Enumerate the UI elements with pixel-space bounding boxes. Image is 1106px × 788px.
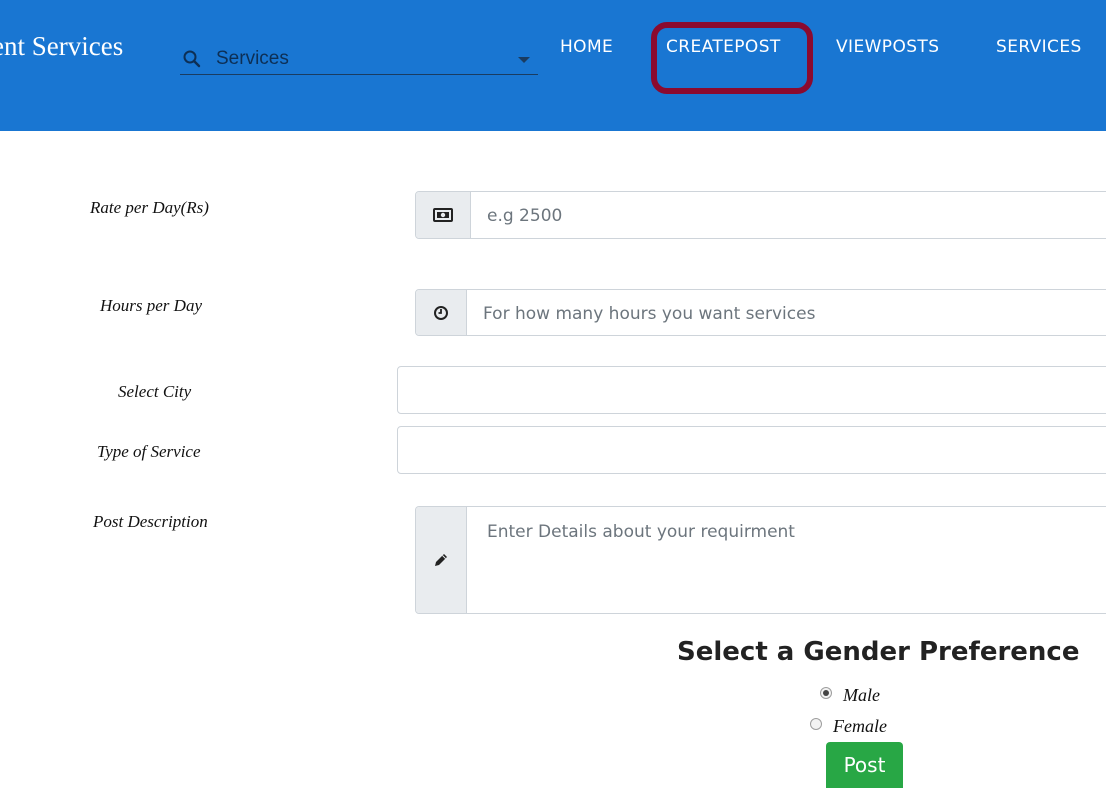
brand-text: ent Services [0,31,124,61]
description-textarea[interactable]: Enter Details about your requirment [415,506,1106,614]
service-type-select[interactable] [397,426,1106,474]
city-label: Select City [118,382,192,401]
hours-input[interactable]: For how many hours you want services [415,289,1106,336]
rate-placeholder: e.g 2500 [487,206,563,226]
hours-placeholder: For how many hours you want services [483,304,816,324]
search-icon [183,50,201,68]
nav-services[interactable]: SERVICES [996,37,1082,57]
chevron-down-icon[interactable] [518,57,530,63]
radio-female[interactable] [810,718,822,730]
search-value: Services [216,48,289,69]
city-select[interactable] [397,366,1106,414]
clock-icon [434,305,448,320]
radio-male[interactable] [820,687,832,699]
description-label: Post Description [93,512,208,531]
gender-title: Select a Gender Preference [677,637,1080,667]
navbar: ent Services Services HOME CREATEPOST VI… [0,0,1106,131]
nav-viewposts[interactable]: VIEWPOSTS [836,37,939,57]
post-button[interactable]: Post [826,742,903,788]
service-type-label: Type of Service [97,442,201,461]
radio-male-label: Male [843,685,880,705]
description-addon [416,507,467,613]
nav-home[interactable]: HOME [560,37,613,57]
pencil-icon [435,554,447,566]
annotation-highlight-box [651,22,813,94]
hours-addon [416,290,467,335]
rate-label: Rate per Day(Rs) [90,198,209,217]
rate-input[interactable]: e.g 2500 [415,191,1106,239]
radio-female-label: Female [833,716,887,736]
post-button-label: Post [843,753,886,777]
rate-addon [416,192,471,238]
description-placeholder: Enter Details about your requirment [487,522,795,542]
money-icon [433,208,453,222]
services-search-select[interactable]: Services [180,40,538,75]
hours-label: Hours per Day [100,296,202,315]
